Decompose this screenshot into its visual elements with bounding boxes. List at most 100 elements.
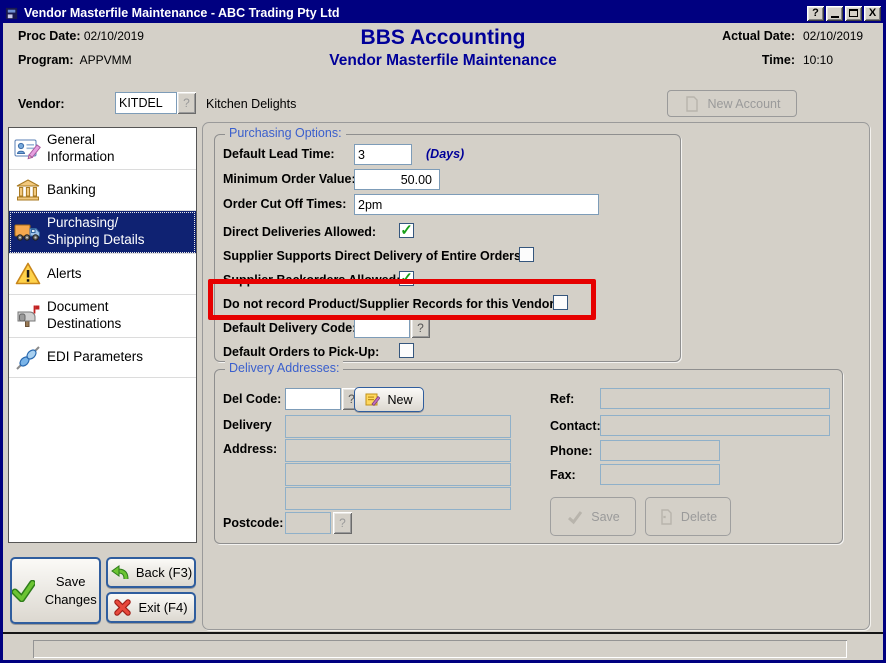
- titlebar: Vendor Masterfile Maintenance - ABC Trad…: [3, 3, 883, 23]
- time-label: Time:: [660, 53, 795, 67]
- address-line-3-input: [285, 463, 511, 486]
- minimize-icon[interactable]: [826, 6, 843, 21]
- save-changes-label: Save Changes: [42, 573, 99, 608]
- sidebar-item-general-information[interactable]: GeneralInformation: [9, 128, 196, 170]
- back-button[interactable]: Back (F3): [106, 557, 196, 588]
- window-title: Vendor Masterfile Maintenance - ABC Trad…: [24, 6, 807, 20]
- entire-orders-checkbox[interactable]: [519, 247, 534, 262]
- vendor-name: Kitchen Delights: [206, 97, 296, 111]
- direct-deliveries-checkbox[interactable]: ✓: [399, 223, 414, 238]
- direct-deliveries-label: Direct Deliveries Allowed:: [223, 225, 376, 239]
- proc-date-label: Proc Date:: [18, 29, 81, 43]
- sidebar-item-document-destinations[interactable]: DocumentDestinations: [9, 295, 196, 338]
- no-product-supplier-label: Do not record Product/Supplier Records f…: [223, 297, 558, 311]
- help-icon[interactable]: ?: [807, 6, 824, 21]
- plug-icon: [13, 343, 43, 373]
- program-value: APPVMM: [80, 53, 132, 67]
- sidebar-item-purchasing-shipping[interactable]: Purchasing/Shipping Details: [9, 211, 196, 254]
- postcode-label: Postcode:: [223, 516, 283, 530]
- save-address-button: Save: [550, 497, 636, 536]
- vendor-code-input[interactable]: [115, 92, 177, 114]
- no-product-supplier-checkbox[interactable]: [553, 295, 568, 310]
- phone-input: [600, 440, 720, 461]
- sidebar-item-label: Banking: [47, 182, 96, 199]
- green-check-icon: [12, 580, 35, 602]
- ref-label: Ref:: [550, 392, 574, 406]
- sidebar-item-banking[interactable]: Banking: [9, 170, 196, 211]
- sidebar-item-label: General: [47, 132, 115, 149]
- proc-date-value: 02/10/2019: [84, 29, 144, 43]
- entire-orders-label: Supplier Supports Direct Delivery of Ent…: [223, 249, 525, 263]
- pickup-label: Default Orders to Pick-Up:: [223, 345, 379, 359]
- maximize-icon[interactable]: [845, 6, 862, 21]
- vendor-lookup-button[interactable]: ?: [177, 92, 196, 114]
- delete-address-label: Delete: [681, 510, 717, 524]
- screen-title: Vendor Masterfile Maintenance: [243, 52, 643, 70]
- contact-label: Contact:: [550, 419, 601, 433]
- back-label: Back (F3): [136, 565, 192, 580]
- postcode-input: [285, 512, 331, 534]
- purchasing-options-group: Purchasing Options: Default Lead Time: (…: [214, 134, 681, 362]
- new-address-button[interactable]: New: [354, 387, 424, 412]
- status-message-field: [33, 640, 847, 658]
- default-delivery-code-label: Default Delivery Code:: [223, 321, 356, 335]
- sidebar-item-label: Document: [47, 299, 121, 316]
- actual-date-value: 02/10/2019: [803, 29, 863, 43]
- default-lead-time-label: Default Lead Time:: [223, 147, 335, 161]
- save-check-icon: [566, 509, 584, 525]
- phone-label: Phone:: [550, 444, 592, 458]
- order-cut-off-label: Order Cut Off Times:: [223, 197, 346, 211]
- sidebar-item-label: Alerts: [47, 266, 82, 283]
- address-line-4-input: [285, 487, 511, 510]
- sidebar-item-edi-parameters[interactable]: EDI Parameters: [9, 338, 196, 378]
- save-address-label: Save: [591, 510, 620, 524]
- del-code-label: Del Code:: [223, 392, 281, 406]
- delete-address-button: Delete: [645, 497, 731, 536]
- sidebar-item-label: Destinations: [47, 316, 121, 333]
- actual-date-label: Actual Date:: [660, 29, 795, 43]
- ref-input: [600, 388, 830, 409]
- save-changes-button[interactable]: Save Changes: [10, 557, 101, 624]
- close-icon[interactable]: X: [864, 6, 881, 21]
- purchasing-options-legend: Purchasing Options:: [225, 126, 346, 140]
- new-account-page-icon: [684, 96, 700, 112]
- new-account-label: New Account: [708, 97, 781, 111]
- statusbar-divider: [0, 632, 886, 634]
- default-delivery-code-lookup-button[interactable]: ?: [411, 318, 430, 338]
- time-value: 10:10: [803, 53, 833, 67]
- red-x-icon: [114, 599, 131, 616]
- default-delivery-code-input[interactable]: [354, 318, 410, 338]
- days-hint: (Days): [426, 147, 464, 161]
- vendor-label: Vendor:: [18, 97, 65, 111]
- fax-input: [600, 464, 720, 485]
- minimum-order-value-label: Minimum Order Value:: [223, 172, 356, 186]
- address-line-1-input: [285, 415, 511, 438]
- note-edit-icon: [365, 392, 380, 407]
- default-lead-time-input[interactable]: [354, 144, 412, 165]
- bank-icon: [13, 175, 43, 205]
- sidebar-item-label: EDI Parameters: [47, 349, 143, 366]
- sidebar-item-alerts[interactable]: Alerts: [9, 254, 196, 295]
- delivery-address-label-line2: Address:: [223, 442, 277, 456]
- backorders-checkbox[interactable]: ✓: [399, 271, 414, 286]
- truck-icon: [13, 217, 43, 247]
- contact-input: [600, 415, 830, 436]
- new-account-button: New Account: [667, 90, 797, 117]
- sidebar-item-label: Shipping Details: [47, 232, 145, 249]
- del-code-input[interactable]: [285, 388, 341, 410]
- order-cut-off-input[interactable]: [354, 194, 599, 215]
- pickup-checkbox[interactable]: [399, 343, 414, 358]
- exit-button[interactable]: Exit (F4): [106, 592, 196, 623]
- exit-label: Exit (F4): [138, 600, 187, 615]
- minimum-order-value-input[interactable]: [354, 169, 440, 190]
- content-panel: Purchasing Options: Default Lead Time: (…: [202, 122, 870, 630]
- delivery-addresses-group: Delivery Addresses: Del Code: ? New Ref:…: [214, 369, 843, 544]
- delivery-addresses-legend: Delivery Addresses:: [225, 361, 343, 375]
- warning-icon: [13, 259, 43, 289]
- postcode-lookup-button: ?: [333, 512, 352, 534]
- new-address-label: New: [387, 393, 412, 407]
- program-label: Program:: [18, 53, 74, 67]
- contact-card-edit-icon: [13, 134, 43, 164]
- mailbox-icon: [13, 301, 43, 331]
- fax-label: Fax:: [550, 468, 576, 482]
